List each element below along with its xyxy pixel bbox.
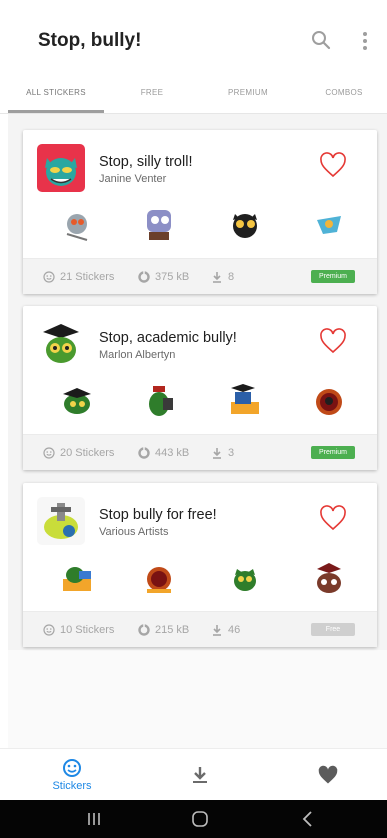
sticker-preview	[147, 210, 171, 240]
search-icon[interactable]	[311, 30, 331, 50]
nav-stickers-label: Stickers	[52, 780, 92, 792]
pack-thumbnail	[37, 144, 85, 192]
sticker-preview	[317, 216, 341, 234]
pie-chart-icon	[138, 270, 150, 283]
nav-stickers[interactable]: Stickers	[30, 749, 114, 801]
tab-free[interactable]: FREE	[104, 70, 200, 114]
home-icon[interactable]	[190, 809, 210, 829]
list-empty-area	[8, 650, 387, 748]
pack-size: 215 kB	[138, 612, 189, 647]
pack-title: Stop, academic bully!	[99, 330, 237, 346]
heart-outline-icon[interactable]	[319, 152, 347, 178]
sticker-preview	[317, 563, 341, 593]
pack-downloads: 46	[211, 612, 240, 647]
sticker-pack-card[interactable]: Stop, academic bully! Marlon Albertyn 20…	[23, 306, 377, 470]
premium-badge: Premium	[311, 446, 355, 459]
pack-size: 443 kB	[138, 435, 189, 470]
pack-downloads: 3	[211, 435, 234, 470]
sticker-preview	[234, 569, 256, 591]
recent-apps-icon[interactable]	[84, 809, 104, 829]
heart-outline-icon[interactable]	[319, 505, 347, 531]
pack-author: Janine Venter	[99, 173, 167, 185]
sticker-previews	[47, 557, 357, 599]
status-bar	[0, 0, 387, 16]
pack-thumbnail	[37, 497, 85, 545]
premium-badge: Premium	[311, 270, 355, 283]
nav-downloads[interactable]	[160, 749, 240, 801]
pack-footer: 10 Stickers 215 kB 46 Free	[23, 612, 377, 647]
tab-bar: ALL STICKERS FREE PREMIUM COMBOS	[0, 70, 387, 114]
back-icon[interactable]	[298, 809, 318, 829]
pack-footer: 21 Stickers 375 kB 8 Premium	[23, 259, 377, 294]
sticker-preview	[66, 214, 88, 241]
stickers-count: 21 Stickers	[43, 259, 114, 294]
download-icon	[213, 624, 221, 636]
system-navigation-bar	[0, 800, 387, 838]
download-icon	[193, 767, 207, 783]
sticker-preview	[233, 214, 257, 238]
sticker-preview	[149, 386, 173, 416]
page-title: Stop, bully!	[38, 30, 142, 51]
sticker-pack-card[interactable]: Stop, silly troll! Janine Venter 21 Stic…	[23, 130, 377, 294]
more-vert-icon[interactable]	[357, 30, 373, 52]
smiley-icon	[43, 270, 55, 283]
pack-author: Marlon Albertyn	[99, 349, 176, 361]
free-badge: Free	[311, 623, 355, 636]
download-icon	[213, 271, 221, 283]
heart-icon	[318, 765, 338, 784]
sticker-preview	[147, 567, 171, 593]
sticker-preview	[316, 389, 342, 415]
smiley-icon	[43, 623, 55, 636]
pack-footer: 20 Stickers 443 kB 3 Premium	[23, 435, 377, 470]
pack-title: Stop, silly troll!	[99, 154, 193, 170]
smiley-icon	[43, 446, 55, 459]
pack-size: 375 kB	[138, 259, 189, 294]
sticker-previews	[47, 204, 357, 246]
heart-outline-icon[interactable]	[319, 328, 347, 354]
pie-chart-icon	[138, 623, 150, 636]
sticker-previews	[47, 380, 357, 422]
sticker-pack-card[interactable]: Stop bully for free! Various Artists 10 …	[23, 483, 377, 647]
tab-all-stickers[interactable]: ALL STICKERS	[8, 70, 104, 114]
pie-chart-icon	[138, 446, 150, 459]
nav-favorites[interactable]	[288, 749, 368, 801]
app-window: Stop, bully! ALL STICKERS FREE PREMIUM C…	[0, 0, 387, 838]
pack-author: Various Artists	[99, 526, 169, 538]
sticker-preview	[63, 567, 91, 591]
tab-premium[interactable]: PREMIUM	[200, 70, 296, 114]
tab-combos[interactable]: COMBOS	[296, 70, 387, 114]
tab-indicator	[8, 110, 104, 113]
stickers-count: 10 Stickers	[43, 612, 114, 647]
sticker-preview	[231, 384, 259, 414]
smiley-icon	[63, 759, 81, 777]
pack-thumbnail	[37, 320, 85, 368]
pack-title: Stop bully for free!	[99, 507, 217, 523]
stickers-count: 20 Stickers	[43, 435, 114, 470]
app-bar: Stop, bully!	[0, 16, 387, 70]
download-icon	[213, 447, 221, 459]
sticker-preview	[63, 388, 91, 414]
pack-downloads: 8	[211, 259, 234, 294]
bottom-navigation: Stickers	[0, 748, 387, 800]
